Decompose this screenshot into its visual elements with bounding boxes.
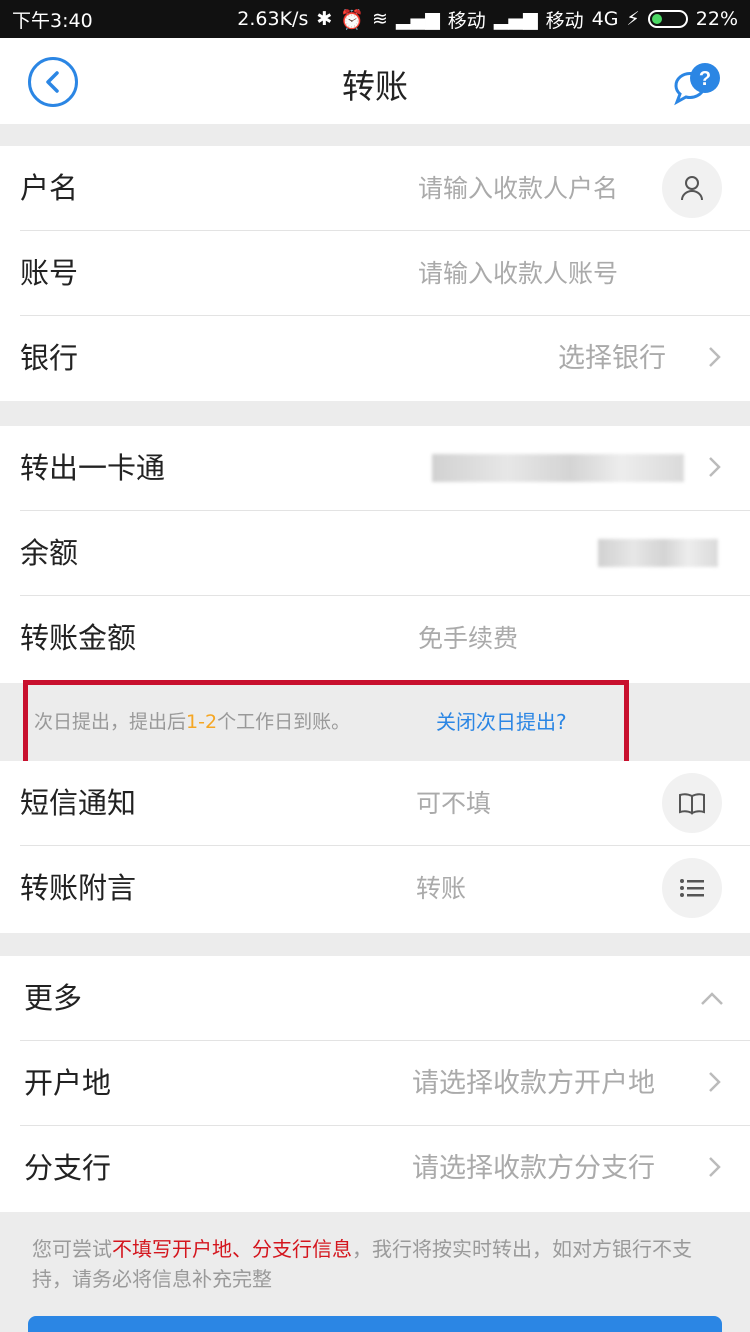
more-toggle-row[interactable]: 更多 xyxy=(0,956,750,1041)
person-icon xyxy=(681,176,703,201)
more-section: 更多 开户地 请选择收款方开户地 分支行 请选择收款方分支行 xyxy=(0,956,750,1212)
sms-row[interactable]: 短信通知 可不填 xyxy=(0,761,750,846)
chevron-right-icon xyxy=(709,347,721,367)
payee-name-label: 户名 xyxy=(20,171,79,205)
battery-level: 22% xyxy=(695,8,738,30)
open-place-select[interactable]: 请选择收款方开户地 xyxy=(412,1041,655,1126)
status-bar: 下午3:40 2.63K/s ✱ ⏰ ≋ ▂▄▆ 移动 ▂▄▆ 移动 4G ⚡ … xyxy=(0,0,750,38)
payee-account-input[interactable]: 请输入收款人账号 xyxy=(418,231,618,316)
wifi-icon: ≋ xyxy=(371,8,388,30)
chevron-right-icon xyxy=(709,1157,721,1177)
extra-section: 短信通知 可不填 转账附言 转账 xyxy=(0,761,750,933)
bank-row[interactable]: 银行 选择银行 xyxy=(0,316,750,401)
more-label: 更多 xyxy=(24,981,83,1015)
source-section: 转出一卡通 余额 转账金额 免手续费 xyxy=(0,426,750,683)
memo-row[interactable]: 转账附言 转账 xyxy=(0,846,750,931)
carrier-2: 移动 xyxy=(545,9,584,32)
branch-select[interactable]: 请选择收款方分支行 xyxy=(412,1126,655,1211)
sms-input[interactable]: 可不填 xyxy=(416,761,491,846)
alarm-icon: ⏰ xyxy=(340,8,364,31)
source-card-label: 转出一卡通 xyxy=(20,451,166,485)
chevron-left-icon xyxy=(46,71,59,93)
amount-input[interactable]: 免手续费 xyxy=(418,596,518,681)
branch-label: 分支行 xyxy=(24,1151,112,1185)
memo-label: 转账附言 xyxy=(20,871,137,905)
contacts-button[interactable] xyxy=(662,158,722,218)
masked-card-number xyxy=(432,454,684,482)
memo-input[interactable]: 转账 xyxy=(416,846,466,931)
balance-label: 余额 xyxy=(20,536,79,570)
sms-label: 短信通知 xyxy=(20,786,137,820)
memo-list-button[interactable] xyxy=(662,858,722,918)
nav-bar: 转账 ? xyxy=(0,38,750,124)
open-place-label: 开户地 xyxy=(24,1066,112,1100)
payee-name-row[interactable]: 户名 请输入收款人户名 xyxy=(0,146,750,231)
back-button[interactable] xyxy=(28,57,78,107)
notice-text: 次日提出，提出后1-2个工作日到账。 xyxy=(34,711,351,733)
book-icon xyxy=(679,793,705,815)
chevron-up-icon[interactable] xyxy=(700,990,724,1006)
submit-button[interactable] xyxy=(28,1316,722,1332)
source-card-row[interactable]: 转出一卡通 xyxy=(0,426,750,511)
svg-text:?: ? xyxy=(699,68,711,90)
help-button[interactable]: ? xyxy=(670,60,726,106)
signal-icon: ▂▄▆ xyxy=(395,8,440,30)
signal-icon: ▂▄▆ xyxy=(493,8,538,30)
close-next-day-link[interactable]: 关闭次日提出? xyxy=(436,706,567,735)
payee-section: 户名 请输入收款人户名 账号 请输入收款人账号 银行 选择银行 xyxy=(0,146,750,401)
list-icon xyxy=(680,879,704,897)
masked-balance xyxy=(598,539,718,567)
phonebook-button[interactable] xyxy=(662,773,722,833)
page-title: 转账 xyxy=(342,67,408,106)
bank-label: 银行 xyxy=(20,341,79,375)
carrier-1: 移动 xyxy=(447,9,486,32)
footer-note: 您可尝试不填写开户地、分支行信息，我行将按实时转出，如对方银行不支持，请务必将信… xyxy=(32,1237,692,1291)
open-place-row[interactable]: 开户地 请选择收款方开户地 xyxy=(0,1041,750,1126)
payee-name-input[interactable]: 请输入收款人户名 xyxy=(418,146,618,231)
amount-row[interactable]: 转账金额 免手续费 xyxy=(0,596,750,681)
charging-icon: ⚡ xyxy=(626,8,640,30)
amount-label: 转账金额 xyxy=(20,621,137,655)
bluetooth-icon: ✱ xyxy=(316,8,333,30)
help-chat-icon: ? xyxy=(674,63,720,106)
bank-select[interactable]: 选择银行 xyxy=(558,316,666,401)
chevron-right-icon xyxy=(709,1072,721,1092)
balance-row: 余额 xyxy=(0,511,750,596)
status-time: 下午3:40 xyxy=(12,9,93,32)
chevron-right-icon xyxy=(709,457,721,477)
payee-account-row[interactable]: 账号 请输入收款人账号 xyxy=(0,231,750,316)
network-type: 4G xyxy=(591,8,619,30)
battery-icon xyxy=(647,10,688,28)
network-speed: 2.63K/s xyxy=(237,8,309,30)
branch-row[interactable]: 分支行 请选择收款方分支行 xyxy=(0,1126,750,1211)
next-day-notice: 次日提出，提出后1-2个工作日到账。 关闭次日提出? xyxy=(0,683,750,759)
payee-account-label: 账号 xyxy=(20,256,79,290)
